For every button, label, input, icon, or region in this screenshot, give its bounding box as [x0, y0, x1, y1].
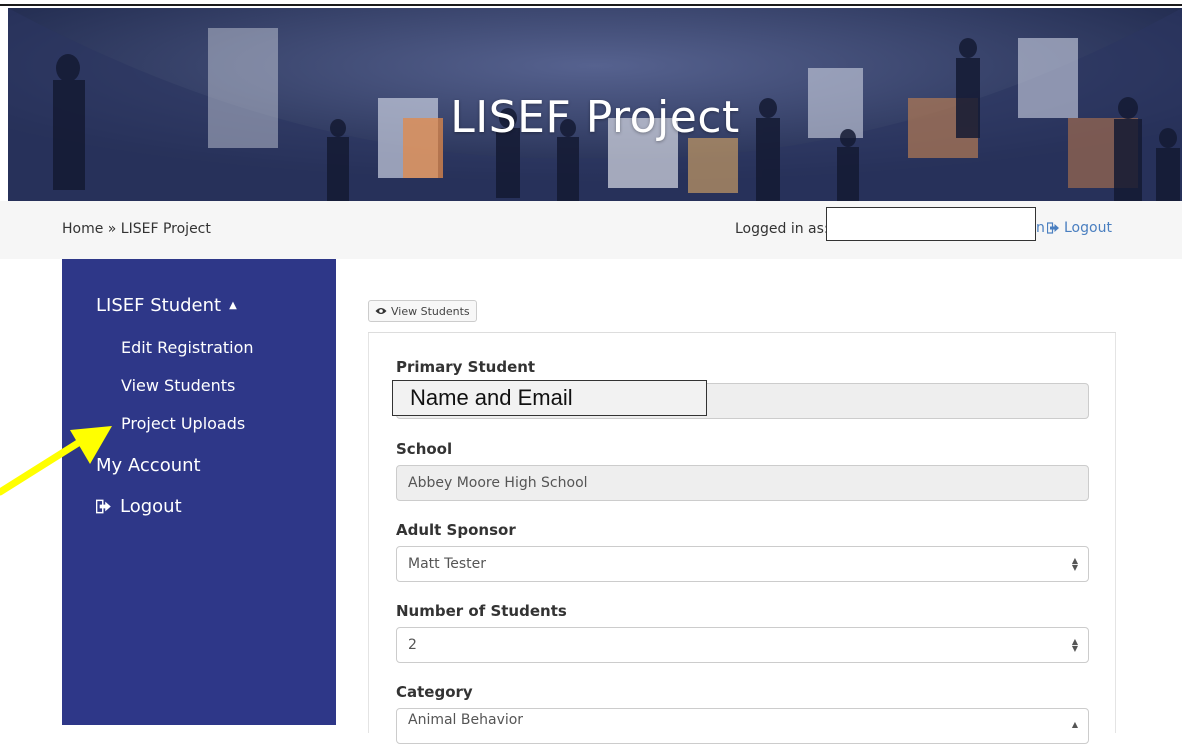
primary-student-label: Primary Student: [396, 358, 536, 376]
view-students-button[interactable]: View Students: [368, 300, 477, 322]
username-redaction-box: [826, 207, 1036, 241]
num-students-select[interactable]: 2 ▲ ▼: [396, 627, 1089, 663]
logout-icon: [96, 499, 111, 514]
school-value: Abbey Moore High School: [408, 475, 588, 491]
view-students-button-label: View Students: [391, 304, 470, 318]
select-arrows-icon: ▲ ▼: [1071, 556, 1078, 572]
sidebar-item-project-uploads[interactable]: Project Uploads: [121, 414, 245, 433]
eye-icon: [375, 308, 387, 314]
category-select[interactable]: Animal Behavior ▲: [396, 708, 1089, 744]
school-label: School: [396, 440, 453, 458]
sidebar-logout-label: Logout: [120, 496, 182, 517]
logout-icon: [1047, 222, 1059, 234]
school-field: Abbey Moore High School: [396, 465, 1089, 501]
logged-in-label: Logged in as:: [735, 221, 829, 237]
hero-banner: LISEF Project: [8, 8, 1182, 201]
primary-student-overlay: Name and Email: [392, 380, 707, 416]
sidebar-section-lisef-student[interactable]: LISEF Student ▲: [96, 295, 237, 316]
caret-up-icon: ▲: [229, 300, 237, 311]
sidebar-section-label: LISEF Student: [96, 295, 222, 316]
num-students-label: Number of Students: [396, 602, 567, 620]
sidebar-item-edit-registration[interactable]: Edit Registration: [121, 338, 254, 357]
adult-sponsor-value: Matt Tester: [408, 556, 487, 572]
category-value: Animal Behavior: [408, 712, 524, 728]
select-arrows-icon: ▲ ▼: [1071, 637, 1078, 653]
category-label: Category: [396, 683, 473, 701]
header-logout-link[interactable]: Logout: [1047, 220, 1112, 236]
annotation-arrow-icon: [0, 426, 112, 496]
top-border: [0, 4, 1182, 6]
username-tail: n: [1036, 220, 1045, 236]
banner-title: LISEF Project: [450, 92, 740, 143]
header-logout-label: Logout: [1064, 220, 1112, 236]
adult-sponsor-label: Adult Sponsor: [396, 521, 516, 539]
adult-sponsor-select[interactable]: Matt Tester ▲ ▼: [396, 546, 1089, 582]
sidebar-item-view-students[interactable]: View Students: [121, 376, 235, 395]
breadcrumb: Home » LISEF Project: [62, 221, 211, 237]
num-students-value: 2: [408, 637, 417, 653]
